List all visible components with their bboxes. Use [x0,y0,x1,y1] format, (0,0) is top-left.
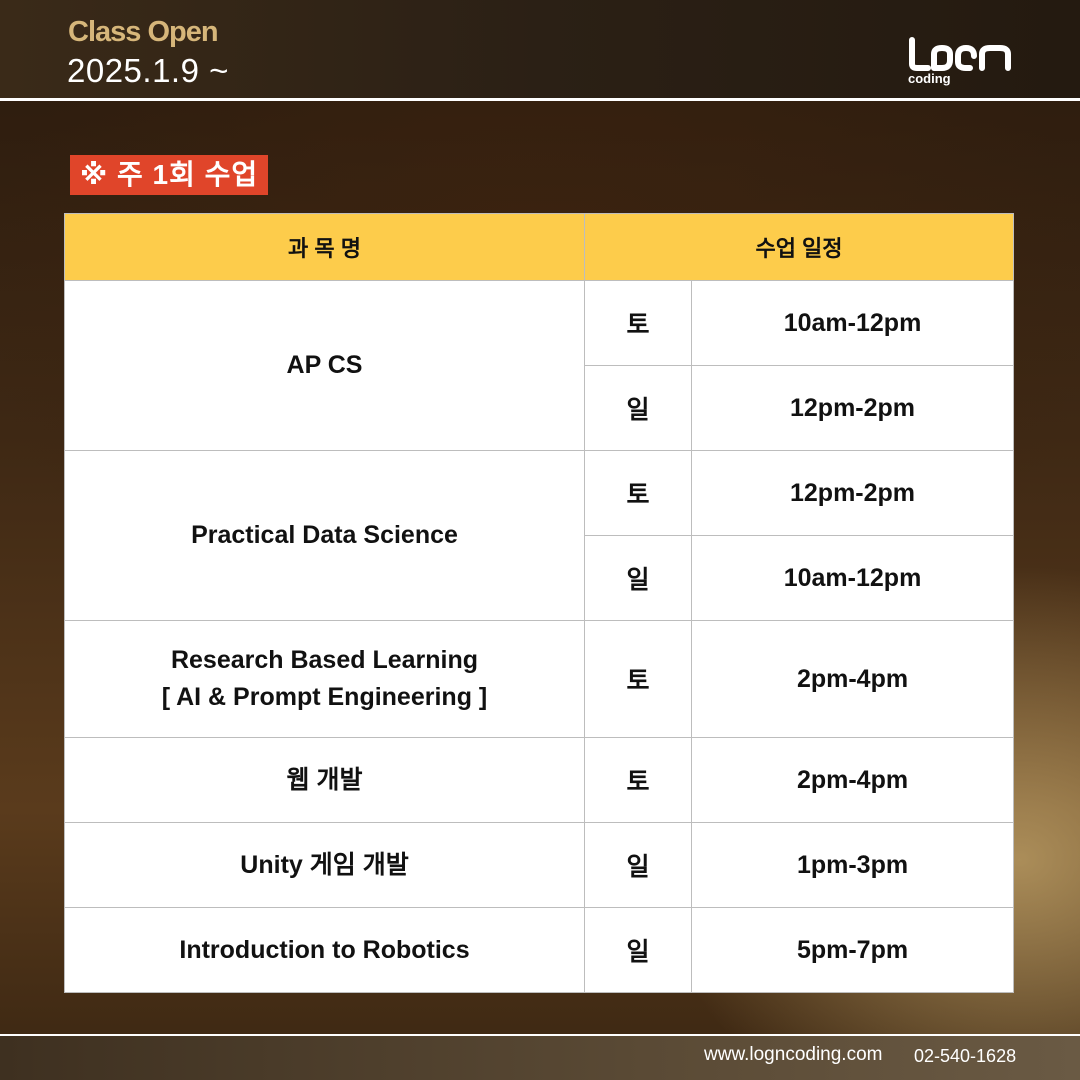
time-cell: 2pm-4pm [690,620,1015,738]
course-name: Unity 게임 개발 [240,850,409,879]
day-cell: 토 [584,280,692,366]
header-divider [0,98,1080,101]
course-name-cell: Practical Data Science [64,450,585,621]
course-name-cell: Research Based Learning [ AI & Prompt En… [64,620,585,738]
course-subtitle: [ AI & Prompt Engineering ] [161,683,488,711]
time-cell: 5pm-7pm [690,907,1015,993]
course-name: Introduction to Robotics [179,935,470,964]
time-cell: 12pm-2pm [690,365,1015,451]
table-row: Research Based Learning [ AI & Prompt En… [64,620,1015,738]
logo-subtext: coding [908,71,951,86]
table-row: AP CS 토 10am-12pm [64,280,1015,451]
schedule-header: 수업 일정 [583,213,1015,281]
table-row: Practical Data Science 토 12pm-2pm [64,450,1015,621]
day-cell: 토 [584,737,692,823]
time-cell: 1pm-3pm [690,822,1015,908]
day-cell: 토 [584,620,692,738]
phone-number: 02-540-1628 [914,1046,1017,1066]
logo-mark: coding [908,37,1011,86]
day-cell: 일 [584,907,692,993]
open-date: 2025.1.9 ~ [67,52,229,89]
course-name: Practical Data Science [191,521,458,549]
table-row: Unity 게임 개발 일 1pm-3pm [64,822,1015,908]
day-cell: 일 [584,535,692,621]
class-open-label: Class Open [68,16,219,48]
course-name-header: 과 목 명 [64,213,585,281]
website-link[interactable]: www.logncoding.com [704,1044,882,1066]
table-row: Introduction to Robotics 일 5pm-7pm [64,907,1015,993]
day-cell: 일 [584,365,692,451]
time-cell: 10am-12pm [690,280,1015,366]
course-name: Research Based Learning [170,646,479,674]
time-cell: 12pm-2pm [690,450,1015,536]
table-header-row: 과 목 명 수업 일정 [64,213,1015,281]
day-cell: 토 [584,450,692,536]
weekly-class-badge: ※ 주 1회 수업 [70,155,269,195]
day-cell: 일 [584,822,692,908]
class-schedule-table: 과 목 명 수업 일정 AP CS 토 10am-12pm 일 12pm-2pm… [64,213,1015,993]
course-name-cell: AP CS [64,280,585,451]
time-cell: 10am-12pm [690,535,1015,621]
course-name-cell: 웹 개발 [64,737,585,823]
course-name: 웹 개발 [286,765,363,794]
time-cell: 2pm-4pm [690,737,1015,823]
course-name-cell: Unity 게임 개발 [64,822,585,908]
logn-coding-logo: coding [904,34,1016,86]
table-row: 웹 개발 토 2pm-4pm [64,737,1015,823]
course-name: AP CS [286,351,363,379]
course-name-cell: Introduction to Robotics [64,907,585,993]
